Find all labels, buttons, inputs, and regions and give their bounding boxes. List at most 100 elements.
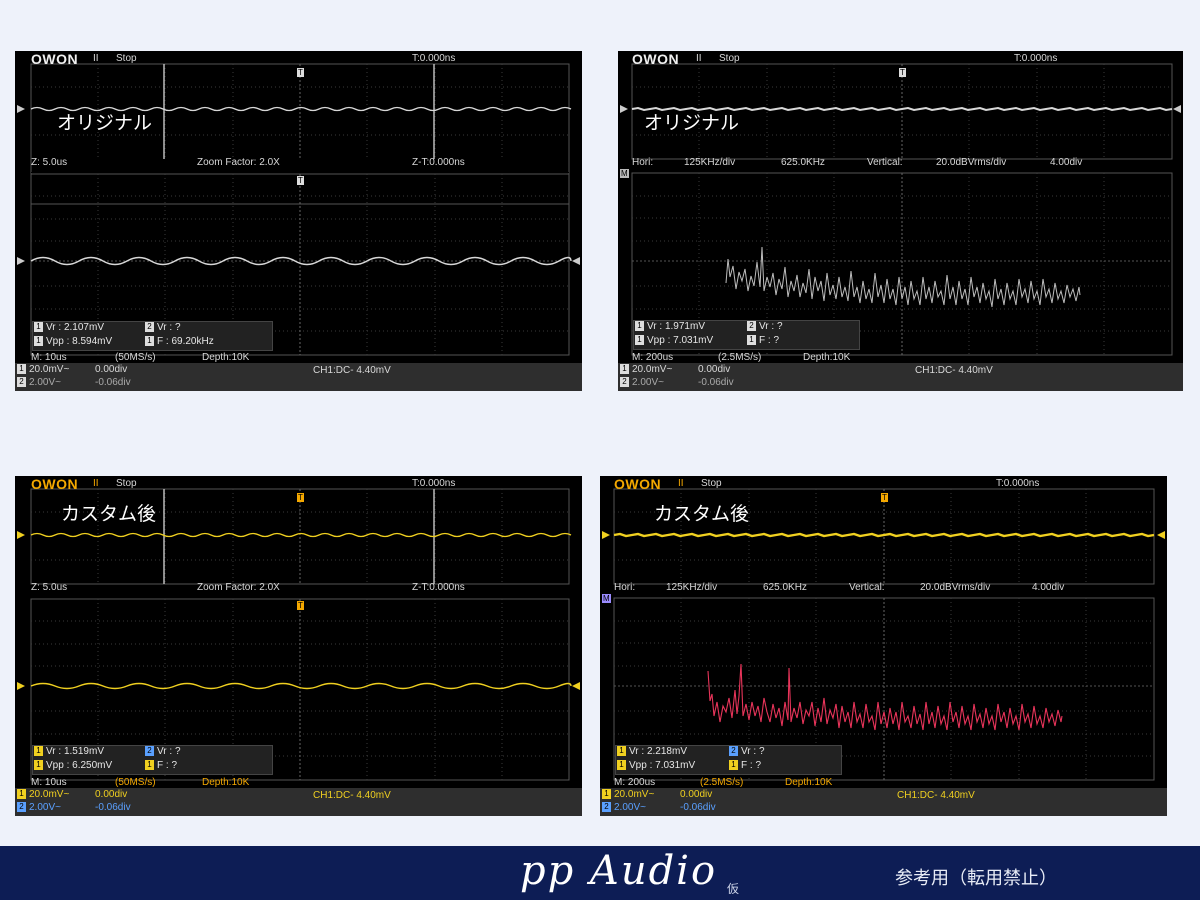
trigger-info: CH1:DC- 4.40mV xyxy=(897,790,975,801)
ch2-scale: 2.00V~ xyxy=(614,802,646,813)
trace-custom-flat xyxy=(613,532,1155,538)
trace-custom-bottom xyxy=(30,682,572,690)
trace-custom-top xyxy=(30,532,572,538)
brand-title: pp Audio xyxy=(520,848,718,894)
freq-ch1: F : 69.20kHz xyxy=(157,336,214,347)
scope-panel-custom-time: OWON II Stop T:0.000ns T T カスタム後 Z: 5.0u… xyxy=(15,476,582,816)
ch1-scale: 20.0mV~ xyxy=(614,789,655,800)
vpp-ch1: Vpp : 6.250mV xyxy=(46,760,113,771)
fft-hori-center: 625.0KHz xyxy=(781,157,825,168)
vr-ch1: Vr : 2.107mV xyxy=(46,322,104,333)
freq-ch1: F : ? xyxy=(759,335,780,346)
sample-rate: (2.5MS/s) xyxy=(700,777,744,788)
memory-depth: Depth:10K xyxy=(202,777,250,788)
panel-label: オリジナル xyxy=(644,112,740,134)
trigger-info: CH1:DC- 4.40mV xyxy=(313,365,391,376)
ch1-scale: 20.0mV~ xyxy=(632,364,673,375)
pause-indicator: II xyxy=(93,53,99,64)
vr-ch2: Vr : ? xyxy=(759,321,783,332)
trigger-marker-zoom: T xyxy=(297,176,304,185)
ch2-scale: 2.00V~ xyxy=(29,377,61,388)
fft-hori-center: 625.0KHz xyxy=(763,582,807,593)
fft-vert-label: Vertical: xyxy=(867,157,903,168)
zoom-trigger-offset: Z-T:0.000ns xyxy=(412,157,465,168)
provisional-mark: 仮 xyxy=(727,882,740,896)
measurement-box: 1 Vr : 2.107mV 2 Vr : ? 1 Vpp : 8.594mV 1F … xyxy=(32,321,273,351)
math-marker: M xyxy=(602,594,611,603)
owon-logo: OWON xyxy=(632,51,680,67)
trigger-time: T:0.000ns xyxy=(1014,53,1058,64)
pause-indicator: II xyxy=(678,478,684,489)
ch1-scale: 20.0mV~ xyxy=(29,789,70,800)
ch1-offset: 0.00div xyxy=(95,364,128,375)
freq-ch1: F : ? xyxy=(741,760,762,771)
timebase: M: 200us xyxy=(632,352,674,363)
trigger-info: CH1:DC- 4.40mV xyxy=(915,365,993,376)
trigger-marker: T xyxy=(881,493,888,502)
scope-panel-custom-fft: OWON II Stop T:0.000ns T M カスタム後 Hori: 1… xyxy=(600,476,1167,816)
trigger-time: T:0.000ns xyxy=(412,53,456,64)
vr-ch2: Vr : ? xyxy=(157,746,181,757)
ch1-offset: 0.00div xyxy=(95,789,128,800)
trigger-time: T:0.000ns xyxy=(412,478,456,489)
vr-ch1: Vr : 1.971mV xyxy=(647,321,705,332)
run-state: Stop xyxy=(116,53,137,64)
vpp-ch1: Vpp : 8.594mV xyxy=(46,336,113,347)
owon-logo: OWON xyxy=(31,51,79,67)
fft-original xyxy=(725,246,1081,308)
vpp-ch1: Vpp : 7.031mV xyxy=(629,760,696,771)
pause-indicator: II xyxy=(696,53,702,64)
measurement-box: 1 Vr : 2.218mV 2 Vr : ? 1 Vpp : 7.031mV 1F … xyxy=(615,745,842,775)
measurement-box: 1 Vr : 1.971mV 2 Vr : ? 1 Vpp : 7.031mV 1F … xyxy=(633,320,860,350)
trigger-marker: T xyxy=(297,68,304,77)
fft-hori-div: 125KHz/div xyxy=(666,582,718,593)
vr-ch1: Vr : 2.218mV xyxy=(629,746,687,757)
scope-panel-original-time: OWON II Stop T:0.000ns T T オリジナル Z: 5.0u… xyxy=(15,51,582,391)
vr-ch2: Vr : ? xyxy=(157,322,181,333)
sample-rate: (2.5MS/s) xyxy=(718,352,762,363)
timebase: M: 10us xyxy=(31,352,67,363)
sample-rate: (50MS/s) xyxy=(115,777,156,788)
zoom-base: Z: 5.0us xyxy=(31,582,68,593)
scope-panel-original-fft: OWON II Stop T:0.000ns T M オリジナル Hori: 1… xyxy=(618,51,1183,391)
zoom-trigger-offset: Z-T:0.000ns xyxy=(412,582,465,593)
memory-depth: Depth:10K xyxy=(202,352,250,363)
run-state: Stop xyxy=(701,478,722,489)
owon-logo: OWON xyxy=(614,476,662,492)
ch2-offset: -0.06div xyxy=(95,377,131,388)
fft-vert-label: Vertical: xyxy=(849,582,885,593)
vpp-ch1: Vpp : 7.031mV xyxy=(647,335,714,346)
trigger-marker-zoom: T xyxy=(297,601,304,610)
memory-depth: Depth:10K xyxy=(803,352,851,363)
freq-ch1: F : ? xyxy=(157,760,178,771)
ch2-offset: -0.06div xyxy=(698,377,734,388)
zoom-base: Z: 5.0us xyxy=(31,157,68,168)
ch2-scale: 2.00V~ xyxy=(29,802,61,813)
measurement-box: 1 Vr : 1.519mV 2 Vr : ? 1 Vpp : 6.250mV 1F … xyxy=(32,745,273,775)
ch1-offset: 0.00div xyxy=(698,364,731,375)
run-state: Stop xyxy=(116,478,137,489)
panel-label: オリジナル xyxy=(57,112,153,134)
owon-logo: OWON xyxy=(31,476,79,492)
zoom-factor: Zoom Factor: 2.0X xyxy=(197,157,280,168)
pause-indicator: II xyxy=(93,478,99,489)
math-marker: M xyxy=(620,169,629,178)
ch1-offset: 0.00div xyxy=(680,789,713,800)
fft-hori-div: 125KHz/div xyxy=(684,157,736,168)
panel-label: カスタム後 xyxy=(654,503,750,525)
run-state: Stop xyxy=(719,53,740,64)
ch2-offset: -0.06div xyxy=(95,802,131,813)
fft-custom xyxy=(707,663,1063,731)
timebase: M: 10us xyxy=(31,777,67,788)
fft-hori-label: Hori: xyxy=(614,582,636,593)
ch1-scale: 20.0mV~ xyxy=(29,364,70,375)
fft-vert-div: 20.0dBVrms/div xyxy=(920,582,991,593)
zoom-factor: Zoom Factor: 2.0X xyxy=(197,582,280,593)
fft-hori-label: Hori: xyxy=(632,157,654,168)
usage-notice: 参考用（転用禁止） xyxy=(895,868,1057,889)
ch2-offset: -0.06div xyxy=(680,802,716,813)
trigger-marker: T xyxy=(899,68,906,77)
fft-vert-div: 20.0dBVrms/div xyxy=(936,157,1007,168)
memory-depth: Depth:10K xyxy=(785,777,833,788)
trigger-time: T:0.000ns xyxy=(996,478,1040,489)
